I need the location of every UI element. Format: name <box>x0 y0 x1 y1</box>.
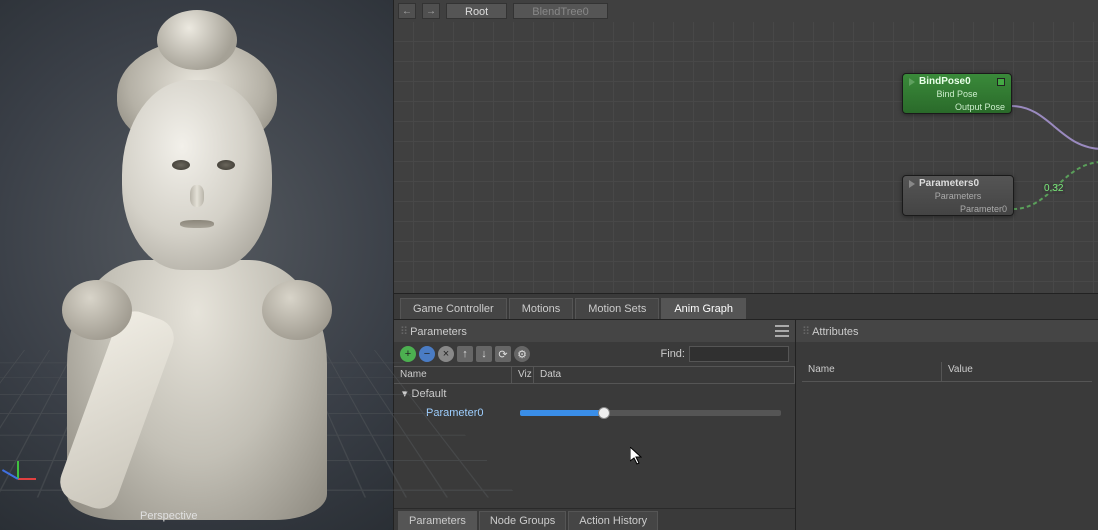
axis-gizmo <box>18 450 48 480</box>
param-group-default[interactable]: ▾Default <box>394 384 795 403</box>
anim-graph-canvas[interactable]: ← → Root BlendTree0 0.32 BindPose0 Bind … <box>394 0 1098 294</box>
grip-icon: ⠿ <box>802 326 808 338</box>
node-title: Parameters0 <box>919 178 979 189</box>
col-viz[interactable]: Viz <box>512 367 534 383</box>
param-slider[interactable] <box>520 410 781 416</box>
graph-grid <box>394 22 1098 293</box>
tab-motion-sets[interactable]: Motion Sets <box>575 298 659 319</box>
find-input[interactable] <box>689 346 789 362</box>
nav-back-button[interactable]: ← <box>398 3 416 19</box>
port-parameter0[interactable]: Parameter0 <box>960 204 1007 214</box>
move-down-button[interactable]: ↓ <box>476 346 492 362</box>
collapse-icon <box>909 78 915 86</box>
node-bindpose[interactable]: BindPose0 Bind Pose Output Pose <box>902 73 1012 114</box>
main-tabs: Game Controller Motions Motion Sets Anim… <box>394 294 1098 320</box>
tab-node-groups[interactable]: Node Groups <box>479 511 566 530</box>
attr-col-value[interactable]: Value <box>942 362 979 381</box>
slider-fill <box>520 410 604 416</box>
clear-button[interactable]: × <box>438 346 454 362</box>
grip-icon: ⠿ <box>400 326 406 338</box>
slider-thumb[interactable] <box>598 407 610 419</box>
breadcrumb-root[interactable]: Root <box>446 3 507 19</box>
refresh-button[interactable]: ⟳ <box>495 346 511 362</box>
tab-game-controller[interactable]: Game Controller <box>400 298 507 319</box>
toolbar: + − × ↑ ↓ ⟳ ⚙ Find: <box>394 342 795 366</box>
breadcrumb: ← → Root BlendTree0 <box>398 2 608 20</box>
tab-motions[interactable]: Motions <box>509 298 574 319</box>
nav-forward-button[interactable]: → <box>422 3 440 19</box>
panel-title: Parameters <box>410 326 467 338</box>
gear-icon[interactable]: ⚙ <box>514 346 530 362</box>
tab-anim-graph[interactable]: Anim Graph <box>661 298 746 319</box>
tab-parameters[interactable]: Parameters <box>398 511 477 530</box>
move-up-button[interactable]: ↑ <box>457 346 473 362</box>
remove-button[interactable]: − <box>419 346 435 362</box>
viewport-label: Perspective <box>140 510 197 522</box>
column-headers: Name Viz Data <box>394 366 795 384</box>
col-data[interactable]: Data <box>534 367 795 383</box>
menu-icon[interactable] <box>775 325 789 337</box>
breadcrumb-node[interactable]: BlendTree0 <box>513 3 607 19</box>
port-output-pose[interactable]: Output Pose <box>955 102 1005 112</box>
3d-viewport[interactable]: Perspective <box>0 0 394 530</box>
node-subtitle: Parameters <box>903 191 1013 203</box>
node-status-icon <box>997 78 1005 86</box>
wire-value-label: 0.32 <box>1042 183 1065 194</box>
tab-action-history[interactable]: Action History <box>568 511 658 530</box>
find-label: Find: <box>661 348 685 360</box>
param-row-parameter0: Parameter0 <box>394 403 795 423</box>
bottom-tabs: Parameters Node Groups Action History <box>394 508 795 530</box>
node-subtitle: Bind Pose <box>903 89 1011 101</box>
attr-col-name[interactable]: Name <box>802 362 942 381</box>
attributes-panel: ⠿ Attributes Name Value <box>796 320 1098 530</box>
character-mesh <box>57 10 337 510</box>
add-button[interactable]: + <box>400 346 416 362</box>
node-parameters[interactable]: Parameters0 Parameters Parameter0 <box>902 175 1014 216</box>
panel-title: Attributes <box>812 326 858 338</box>
collapse-icon <box>909 180 915 188</box>
node-title: BindPose0 <box>919 76 971 87</box>
